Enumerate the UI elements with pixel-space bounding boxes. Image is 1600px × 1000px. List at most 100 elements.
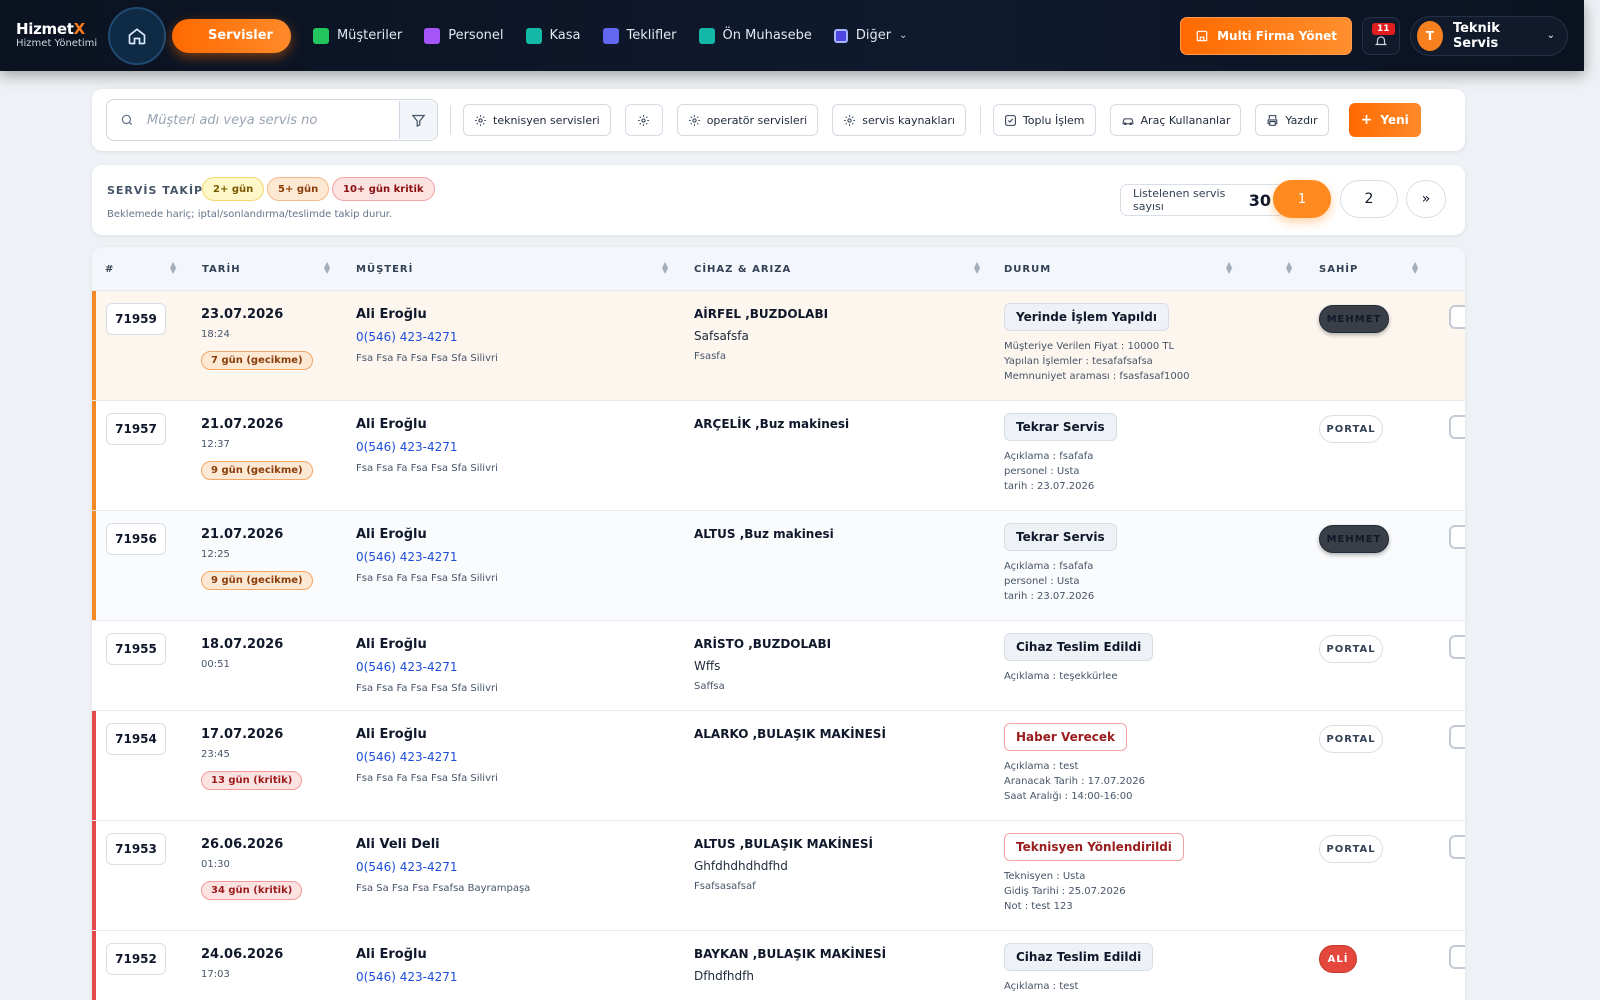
row-select-checkbox[interactable] bbox=[1449, 945, 1465, 969]
header-date[interactable]: TARİH bbox=[202, 264, 241, 275]
print-button[interactable]: Yazdır bbox=[1255, 104, 1329, 136]
chip-10-days-critical[interactable]: 10+ gün kritik bbox=[332, 177, 435, 201]
service-id[interactable]: 71956 bbox=[106, 523, 166, 555]
nav-item-personel[interactable]: Personel bbox=[424, 19, 504, 53]
status-badge[interactable]: Cihaz Teslim Edildi bbox=[1004, 633, 1154, 661]
sort-icon[interactable]: ▲ ▼ bbox=[662, 261, 668, 275]
settings-button[interactable] bbox=[624, 104, 663, 136]
customer-name[interactable]: Ali Eroğlu bbox=[356, 527, 427, 542]
status-badge[interactable]: Cihaz Teslim Edildi bbox=[1004, 943, 1154, 971]
bulk-action-button[interactable]: Toplu İşlem bbox=[992, 104, 1096, 136]
service-id[interactable]: 71957 bbox=[106, 413, 166, 445]
customer-name[interactable]: Ali Eroğlu bbox=[356, 947, 427, 962]
header-device[interactable]: CİHAZ & ARIZA bbox=[694, 264, 791, 275]
row-select-checkbox[interactable] bbox=[1449, 635, 1465, 659]
customer-phone[interactable]: 0(546) 423-4271 bbox=[356, 860, 458, 874]
nav-item-label: Diğer bbox=[855, 28, 892, 43]
next-page-button[interactable]: » bbox=[1406, 180, 1446, 218]
header-owner[interactable]: SAHİP bbox=[1319, 264, 1358, 275]
row-select-checkbox[interactable] bbox=[1449, 305, 1465, 329]
customer-phone[interactable]: 0(546) 423-4271 bbox=[356, 750, 458, 764]
gear-icon bbox=[844, 114, 856, 126]
notification-button[interactable]: 11 bbox=[1362, 16, 1400, 55]
user-menu[interactable]: T Teknik Servis ⌄ bbox=[1410, 15, 1568, 56]
customer-phone[interactable]: 0(546) 423-4271 bbox=[356, 330, 458, 344]
nav-item-label: Teklifler bbox=[626, 28, 677, 43]
nav-item-di-er[interactable]: Diğer ⌄ bbox=[833, 19, 907, 53]
device-note: Saffsa bbox=[694, 681, 725, 692]
header-status[interactable]: DURUM bbox=[1004, 264, 1051, 275]
chip-2-days[interactable]: 2+ gün bbox=[202, 177, 265, 201]
sort-icon[interactable]: ▲ ▼ bbox=[974, 261, 980, 275]
service-id[interactable]: 71955 bbox=[106, 633, 166, 665]
nav-color-icon bbox=[312, 27, 329, 44]
technician-services-button[interactable]: teknisyen servisleri bbox=[463, 104, 611, 136]
customer-name[interactable]: Ali Eroğlu bbox=[356, 637, 427, 652]
nav-item-m-teriler[interactable]: Müşteriler bbox=[312, 19, 402, 53]
table-row[interactable]: 71955 18.07.2026 00:51 Ali Eroğlu 0(546) 423… bbox=[92, 621, 1465, 711]
nav-item-kasa[interactable]: Kasa bbox=[525, 19, 581, 53]
customer-name[interactable]: Ali Eroğlu bbox=[356, 307, 427, 322]
customer-name[interactable]: Ali Eroğlu bbox=[356, 727, 427, 742]
sort-icon[interactable]: ▲ ▼ bbox=[324, 261, 330, 275]
chip-5-days[interactable]: 5+ gün bbox=[267, 177, 330, 201]
chevron-down-icon: ⌄ bbox=[1546, 30, 1555, 41]
device-name: ARÇELİK ,Buz makinesi bbox=[694, 417, 850, 431]
status-detail: Açıklama : teşekkürlee bbox=[1004, 671, 1118, 682]
delay-badge: 34 gün (kritik) bbox=[201, 881, 303, 900]
sort-icon[interactable]: ▲ ▼ bbox=[1226, 261, 1232, 275]
customer-name[interactable]: Ali Eroğlu bbox=[356, 417, 427, 432]
divider bbox=[979, 106, 981, 134]
operator-services-button[interactable]: operatör servisleri bbox=[676, 104, 819, 136]
row-select-checkbox[interactable] bbox=[1449, 725, 1465, 749]
new-service-label: Yeni bbox=[1380, 113, 1409, 127]
service-id[interactable]: 71959 bbox=[106, 303, 166, 335]
printer-icon bbox=[1267, 114, 1278, 126]
service-id[interactable]: 71953 bbox=[106, 833, 166, 865]
vehicle-users-button[interactable]: Araç Kullananlar bbox=[1109, 104, 1242, 136]
search-input[interactable] bbox=[147, 112, 399, 128]
bulk-action-label: Toplu İşlem bbox=[1022, 113, 1085, 127]
sort-icon[interactable]: ▲ ▼ bbox=[170, 261, 176, 275]
service-id[interactable]: 71952 bbox=[106, 943, 166, 975]
nav-item--n-muhasebe[interactable]: Ön Muhasebe bbox=[698, 19, 812, 53]
status-detail: Açıklama : fsafafa bbox=[1004, 561, 1094, 572]
status-badge[interactable]: Tekrar Servis bbox=[1004, 413, 1117, 441]
sort-icon[interactable]: ▲ ▼ bbox=[1412, 261, 1418, 275]
page-2-button[interactable]: 2 bbox=[1340, 180, 1398, 218]
service-id[interactable]: 71954 bbox=[106, 723, 166, 755]
multi-firma-button[interactable]: Multi Firma Yönet bbox=[1180, 16, 1352, 55]
status-badge[interactable]: Tekrar Servis bbox=[1004, 523, 1117, 551]
table-row[interactable]: 71952 24.06.2026 17:03 Ali Eroğlu 0(546) 423… bbox=[92, 931, 1465, 1000]
table-row[interactable]: 71953 26.06.2026 01:30 34 gün (kritik) Ali V… bbox=[92, 821, 1465, 931]
status-badge[interactable]: Haber Verecek bbox=[1004, 723, 1128, 751]
table-row[interactable]: 71954 17.07.2026 23:45 13 gün (kritik) Ali E… bbox=[92, 711, 1465, 821]
table-row[interactable]: 71956 21.07.2026 12:25 9 gün (gecikme) Ali E… bbox=[92, 511, 1465, 621]
status-badge[interactable]: Yerinde İşlem Yapıldı bbox=[1004, 303, 1169, 331]
customer-phone[interactable]: 0(546) 423-4271 bbox=[356, 660, 458, 674]
row-select-checkbox[interactable] bbox=[1449, 415, 1465, 439]
row-select-checkbox[interactable] bbox=[1449, 525, 1465, 549]
service-sources-button[interactable]: servis kaynakları bbox=[832, 104, 966, 136]
row-select-checkbox[interactable] bbox=[1449, 835, 1465, 859]
nav-item-teklifler[interactable]: Teklifler bbox=[602, 19, 677, 53]
multi-firma-label: Multi Firma Yönet bbox=[1217, 28, 1337, 43]
header-customer[interactable]: MÜŞTERİ bbox=[356, 264, 413, 275]
status-detail: Açıklama : test bbox=[1004, 981, 1079, 992]
customer-phone[interactable]: 0(546) 423-4271 bbox=[356, 550, 458, 564]
new-service-button[interactable]: + Yeni bbox=[1348, 103, 1421, 137]
customer-phone[interactable]: 0(546) 423-4271 bbox=[356, 440, 458, 454]
table-row[interactable]: 71957 21.07.2026 12:37 9 gün (gecikme) Ali E… bbox=[92, 401, 1465, 511]
delay-badge: 9 gün (gecikme) bbox=[201, 461, 313, 480]
header-id[interactable]: # bbox=[105, 264, 114, 275]
status-badge[interactable]: Teknisyen Yönlendirildi bbox=[1004, 833, 1184, 861]
brand-logo[interactable]: HizmetX Hizmet Yönetimi bbox=[16, 22, 108, 49]
customer-name[interactable]: Ali Veli Deli bbox=[356, 837, 440, 852]
sort-icon[interactable]: ▲ ▼ bbox=[1286, 261, 1292, 275]
customer-phone[interactable]: 0(546) 423-4271 bbox=[356, 970, 458, 984]
home-button[interactable] bbox=[108, 6, 166, 65]
page-1-button[interactable]: 1 bbox=[1273, 180, 1331, 218]
filter-button[interactable] bbox=[399, 101, 437, 139]
table-row[interactable]: 71959 23.07.2026 18:24 7 gün (gecikme) Ali E… bbox=[92, 291, 1465, 401]
nav-item-servisler[interactable]: Servisler bbox=[172, 18, 291, 53]
